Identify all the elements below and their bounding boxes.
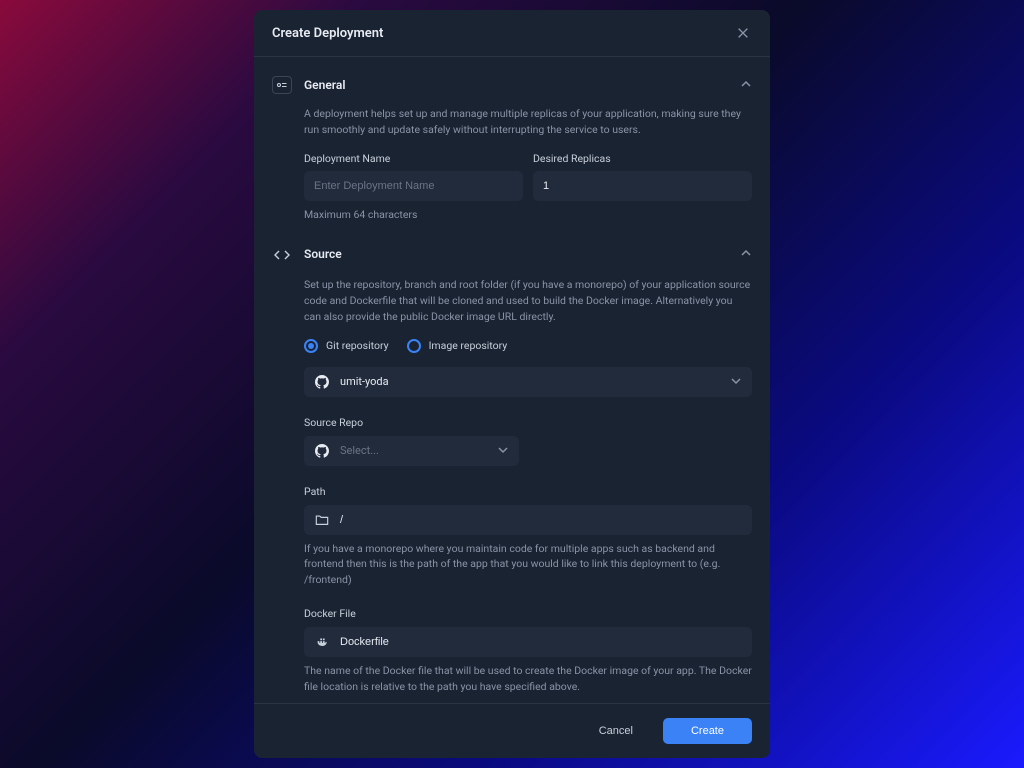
section-source: Source Set up the repository, branch and… <box>272 244 752 694</box>
source-repo-label: Source Repo <box>304 416 363 429</box>
deployment-name-input[interactable] <box>304 171 523 201</box>
path-input-wrapper <box>304 505 752 535</box>
github-icon <box>314 443 330 459</box>
github-icon <box>314 374 330 390</box>
collapse-source[interactable] <box>740 244 752 263</box>
radio-indicator <box>304 339 318 353</box>
chevron-down-icon <box>730 372 742 391</box>
section-title-general: General <box>304 78 345 92</box>
dockerfile-input-wrapper <box>304 627 752 657</box>
general-icon <box>272 76 292 94</box>
radio-indicator <box>407 339 421 353</box>
dockerfile-hint: The name of the Docker file that will be… <box>304 663 752 695</box>
dockerfile-input[interactable] <box>340 636 742 648</box>
close-button[interactable] <box>734 24 752 42</box>
path-input[interactable] <box>340 514 742 526</box>
chevron-up-icon <box>740 78 752 90</box>
section-header-source: Source <box>272 244 752 265</box>
folder-icon <box>314 512 330 528</box>
replicas-label: Desired Replicas <box>533 152 752 165</box>
source-icon <box>272 245 292 265</box>
create-button[interactable]: Create <box>663 718 752 744</box>
modal-title: Create Deployment <box>272 26 383 41</box>
replicas-input[interactable] <box>533 171 752 201</box>
create-deployment-modal: Create Deployment General A deployment h… <box>254 10 770 758</box>
dockerfile-label: Docker File <box>304 607 356 620</box>
chevron-up-icon <box>740 247 752 259</box>
cancel-button[interactable]: Cancel <box>579 718 653 744</box>
path-label: Path <box>304 485 326 498</box>
radio-image-repository[interactable]: Image repository <box>407 339 508 353</box>
section-general: General A deployment helps set up and ma… <box>272 75 752 222</box>
radio-git-repository[interactable]: Git repository <box>304 339 389 353</box>
git-account-select[interactable]: umit-yoda <box>304 367 752 397</box>
source-type-radio-group: Git repository Image repository <box>304 339 752 353</box>
chevron-down-icon <box>497 441 509 460</box>
source-description: Set up the repository, branch and root f… <box>304 277 752 324</box>
radio-git-label: Git repository <box>326 339 389 352</box>
source-repo-placeholder: Select... <box>340 444 487 457</box>
close-icon <box>736 26 750 40</box>
modal-body[interactable]: General A deployment helps set up and ma… <box>254 57 770 703</box>
radio-image-label: Image repository <box>429 339 508 352</box>
modal-header: Create Deployment <box>254 10 770 57</box>
general-description: A deployment helps set up and manage mul… <box>304 106 752 138</box>
source-repo-select[interactable]: Select... <box>304 436 519 466</box>
deployment-name-hint: Maximum 64 characters <box>304 207 523 223</box>
deployment-name-label: Deployment Name <box>304 152 523 165</box>
collapse-general[interactable] <box>740 75 752 94</box>
section-header-general: General <box>272 75 752 94</box>
git-account-value: umit-yoda <box>340 375 720 388</box>
path-hint: If you have a monorepo where you maintai… <box>304 541 752 588</box>
section-title-source: Source <box>304 247 342 261</box>
modal-footer: Cancel Create <box>254 703 770 758</box>
docker-icon <box>314 634 330 650</box>
